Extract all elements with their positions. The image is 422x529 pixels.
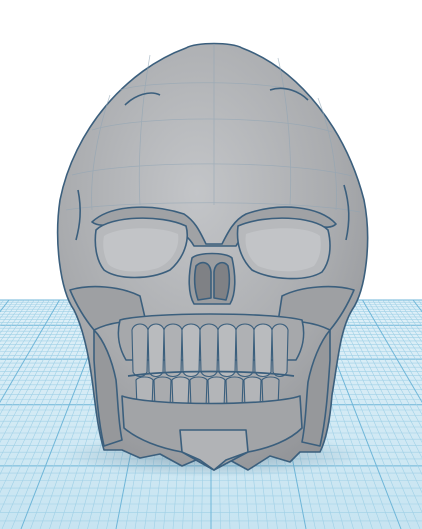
3d-viewport[interactable] — [0, 0, 422, 529]
upper-tooth — [253, 323, 273, 378]
upper-tooth — [271, 323, 289, 378]
scene-canvas[interactable] — [0, 0, 422, 529]
upper-tooth — [163, 323, 183, 378]
right-nostril — [213, 261, 231, 301]
upper-tooth — [199, 323, 219, 378]
left-nostril — [193, 261, 212, 301]
upper-tooth — [131, 323, 149, 378]
upper-tooth — [147, 323, 165, 378]
upper-tooth — [181, 323, 201, 378]
upper-tooth — [217, 323, 237, 378]
upper-teeth — [131, 323, 289, 378]
skull-model[interactable] — [56, 42, 369, 471]
right-eye-inner — [245, 228, 321, 272]
upper-tooth — [235, 323, 255, 378]
